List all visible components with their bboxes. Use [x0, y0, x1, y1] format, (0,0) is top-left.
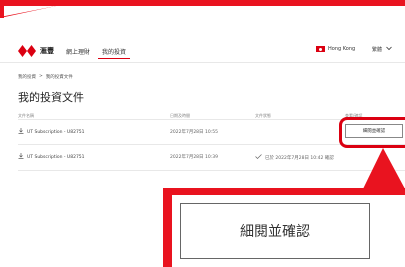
language-selector[interactable]: 繁體 — [372, 46, 392, 53]
page-title: 我的投資文件 — [18, 91, 84, 104]
language-label: 繁體 — [372, 47, 383, 53]
document-status: 已於 2022年7月28日 10:42 確認 — [255, 154, 334, 161]
download-icon — [18, 153, 24, 161]
highlight-ring — [339, 117, 405, 148]
document-name[interactable]: UT Subscription - U82751 — [27, 130, 85, 135]
nav-investment[interactable]: 我的投資 — [102, 47, 126, 56]
breadcrumb-home[interactable]: 我的投資 — [18, 74, 36, 80]
top-banner-graphic — [0, 0, 405, 18]
active-nav-indicator — [98, 58, 130, 59]
document-date: 2022年7月28日 10:39 — [170, 155, 218, 160]
table-row[interactable]: UT Subscription - U82751 — [18, 128, 85, 136]
document-date: 2022年7月28日 10:55 — [170, 130, 218, 135]
region-label: Hong Kong — [328, 46, 356, 52]
callout-pointer — [363, 148, 405, 189]
header-divider — [0, 62, 405, 63]
bank-name: 滙豐 — [40, 47, 54, 55]
download-icon — [18, 128, 24, 136]
bank-logo[interactable]: 滙豐 — [18, 45, 54, 57]
hong-kong-flag-icon — [316, 46, 325, 52]
chevron-down-icon — [386, 46, 392, 53]
review-confirm-button-enlarged[interactable]: 細閱並確認 — [180, 203, 370, 259]
breadcrumb-current: 我的投資文件 — [45, 75, 73, 80]
breadcrumb-separator: > — [39, 74, 43, 79]
table-row[interactable]: UT Subscription - U82751 — [18, 153, 85, 161]
hexagon-logo-icon — [18, 45, 36, 57]
breadcrumb: 我的投資 > 我的投資文件 — [18, 74, 73, 80]
status-text: 已於 2022年7月28日 10:42 確認 — [265, 155, 334, 161]
check-icon — [255, 154, 262, 161]
document-name[interactable]: UT Subscription - U82751 — [27, 155, 85, 160]
row-divider — [18, 170, 405, 171]
banner-left-edge — [0, 0, 4, 18]
region-selector[interactable]: Hong Kong — [316, 46, 355, 52]
nav-online-banking[interactable]: 網上理財 — [66, 47, 90, 56]
